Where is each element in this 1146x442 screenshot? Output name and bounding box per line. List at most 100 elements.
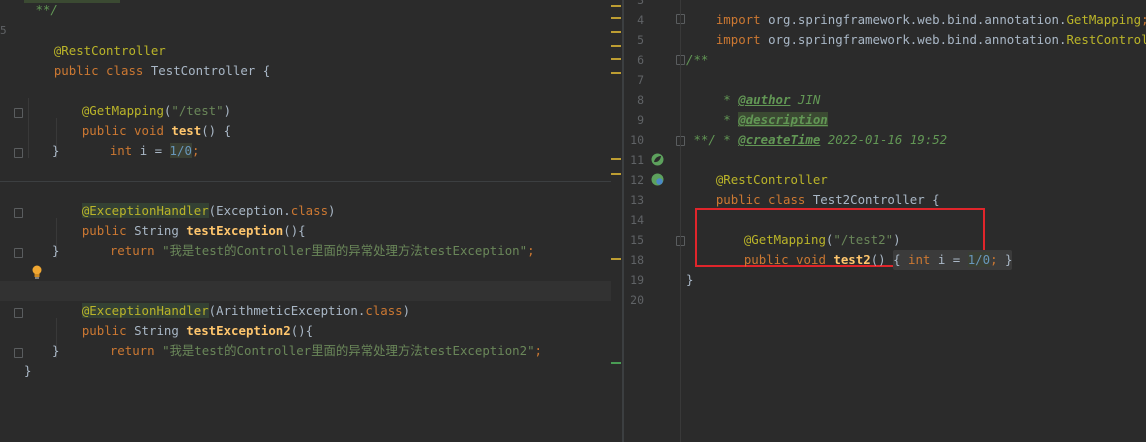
warning-mark[interactable] — [611, 17, 621, 19]
exception-handler-annotation-2: @ExceptionHandler(ArithmeticException.cl… — [52, 281, 410, 318]
doc-createtime-line: * @createTime 2022-01-16 19:52 — [686, 110, 947, 147]
exception-handler-annotation: @ExceptionHandler(Exception.class) — [52, 181, 336, 218]
doc-tag: @createTime — [738, 132, 821, 147]
spring-controller-icon[interactable] — [651, 173, 664, 186]
error-stripe[interactable] — [611, 0, 622, 442]
warning-mark[interactable] — [611, 258, 621, 260]
doc-comment-end: **/ — [28, 2, 58, 17]
code-text: i = — [132, 143, 170, 158]
warning-mark[interactable] — [611, 58, 621, 60]
method-params: () { — [201, 123, 232, 138]
paren: ) — [402, 303, 411, 318]
package-path: org.springframework.web.bind.annotation. — [768, 32, 1067, 47]
line-number: 19 — [630, 273, 644, 287]
right-editor-pane[interactable]: 3 4 5 6 7 8 9 10 11 12 13 14 15 18 19 20… — [624, 0, 1146, 442]
class-name: RestController — [1066, 32, 1146, 47]
lightbulb-icon[interactable] — [31, 265, 43, 279]
class-declaration: public class Test2Controller { — [686, 170, 940, 207]
doc-comment-open: /** — [686, 52, 709, 67]
import-statement-1: import org.springframework.web.bind.anno… — [686, 0, 1146, 27]
number-literal: 1/0 — [967, 252, 991, 267]
semicolon: ; — [191, 143, 200, 158]
warning-mark[interactable] — [611, 45, 621, 47]
method-params: () — [870, 252, 894, 267]
get-mapping-annotation: @GetMapping("/test") — [52, 81, 231, 118]
warning-mark[interactable] — [611, 158, 621, 160]
indent-guide — [28, 98, 29, 158]
line-number: 18 — [630, 253, 644, 267]
doc-comment-close: **/ — [686, 132, 716, 147]
keyword: public void — [743, 252, 834, 267]
get-mapping-annotation: @GetMapping("/test2") — [714, 210, 901, 247]
method-close-brace: } — [52, 343, 60, 358]
semicolon: ; — [534, 343, 543, 358]
class-declaration: public class TestController { — [24, 41, 270, 78]
line-number: 4 — [637, 13, 644, 27]
return-statement: return "我是test的Controller里面的异常处理方法testEx… — [80, 221, 535, 258]
line-number: 5 — [637, 33, 644, 47]
doc-value: 2022-01-16 19:52 — [820, 132, 948, 147]
keyword: public class — [715, 192, 813, 207]
keyword: int — [908, 252, 931, 267]
cut-gutter-number: 5 — [0, 24, 7, 37]
fold-marker[interactable] — [14, 308, 23, 318]
class-name: Test2Controller { — [812, 192, 940, 207]
keyword: int — [109, 143, 133, 158]
warning-mark[interactable] — [611, 173, 621, 175]
import-statement-2: import org.springframework.web.bind.anno… — [686, 10, 1146, 47]
gutter-divider — [680, 0, 681, 442]
code-text: i = — [930, 252, 968, 267]
class-close-brace: } — [24, 363, 32, 378]
semicolon: ; — [527, 243, 535, 258]
spring-bean-icon[interactable] — [651, 153, 664, 166]
warning-mark[interactable] — [611, 5, 621, 7]
method-signature-test2: public void test2() { int i = 1/0; } — [714, 230, 1013, 270]
method-close-brace: } — [52, 143, 60, 158]
method-signature-testexception: public String testException(){ — [52, 201, 306, 238]
line-number: 15 — [630, 233, 644, 247]
keyword: return — [109, 343, 163, 358]
string-literal: "我是test的Controller里面的异常处理方法testException… — [162, 343, 535, 358]
line-number: 8 — [637, 93, 644, 107]
warning-mark[interactable] — [611, 31, 621, 33]
fold-marker[interactable] — [14, 208, 23, 218]
fold-marker[interactable] — [14, 248, 23, 258]
rest-controller-annotation: @RestController — [686, 150, 828, 187]
line-number: 12 — [630, 173, 644, 187]
paren: ) — [328, 203, 336, 218]
class-name: TestController { — [150, 63, 271, 78]
line-number: 7 — [637, 73, 644, 87]
keyword: import — [715, 32, 769, 47]
method-signature-test: public void test() { — [52, 101, 231, 138]
string-literal: "我是test的Controller里面的异常处理方法testException… — [162, 243, 528, 258]
method-body-line: int i = 1/0; — [80, 121, 199, 158]
keyword: return — [109, 243, 163, 258]
ok-mark[interactable] — [611, 362, 621, 364]
method-signature-testexception2: public String testException2(){ — [52, 301, 313, 338]
fold-marker[interactable] — [14, 148, 23, 158]
keyword: class — [365, 303, 403, 318]
left-editor-pane[interactable]: 5 **/ @RestController public class TestC… — [0, 0, 623, 442]
line-number: 10 — [630, 133, 644, 147]
doc-author-line: * @author JIN — [686, 70, 820, 107]
line-number: 14 — [630, 213, 644, 227]
folded-body[interactable]: { int i = 1/0; } — [893, 250, 1013, 270]
line-number: 9 — [637, 113, 644, 127]
keyword: public class — [53, 63, 151, 78]
doc-description-line: * @description — [686, 90, 828, 127]
class-close-brace: } — [686, 272, 694, 287]
semicolon: ; — [990, 252, 998, 267]
return-statement-2: return "我是test的Controller里面的异常处理方法testEx… — [80, 321, 542, 358]
fold-marker[interactable] — [14, 348, 23, 358]
line-number: 11 — [630, 153, 644, 167]
line-number: 3 — [637, 0, 644, 7]
method-name: test2 — [833, 252, 871, 267]
warning-mark[interactable] — [611, 72, 621, 74]
fold-marker[interactable] — [14, 108, 23, 118]
method-close-brace: } — [52, 243, 60, 258]
line-number: 20 — [630, 293, 644, 307]
fold-brace: { — [893, 252, 908, 267]
line-number: 6 — [637, 53, 644, 67]
number-literal: 1/0 — [169, 143, 192, 158]
fold-brace: } — [997, 252, 1013, 267]
